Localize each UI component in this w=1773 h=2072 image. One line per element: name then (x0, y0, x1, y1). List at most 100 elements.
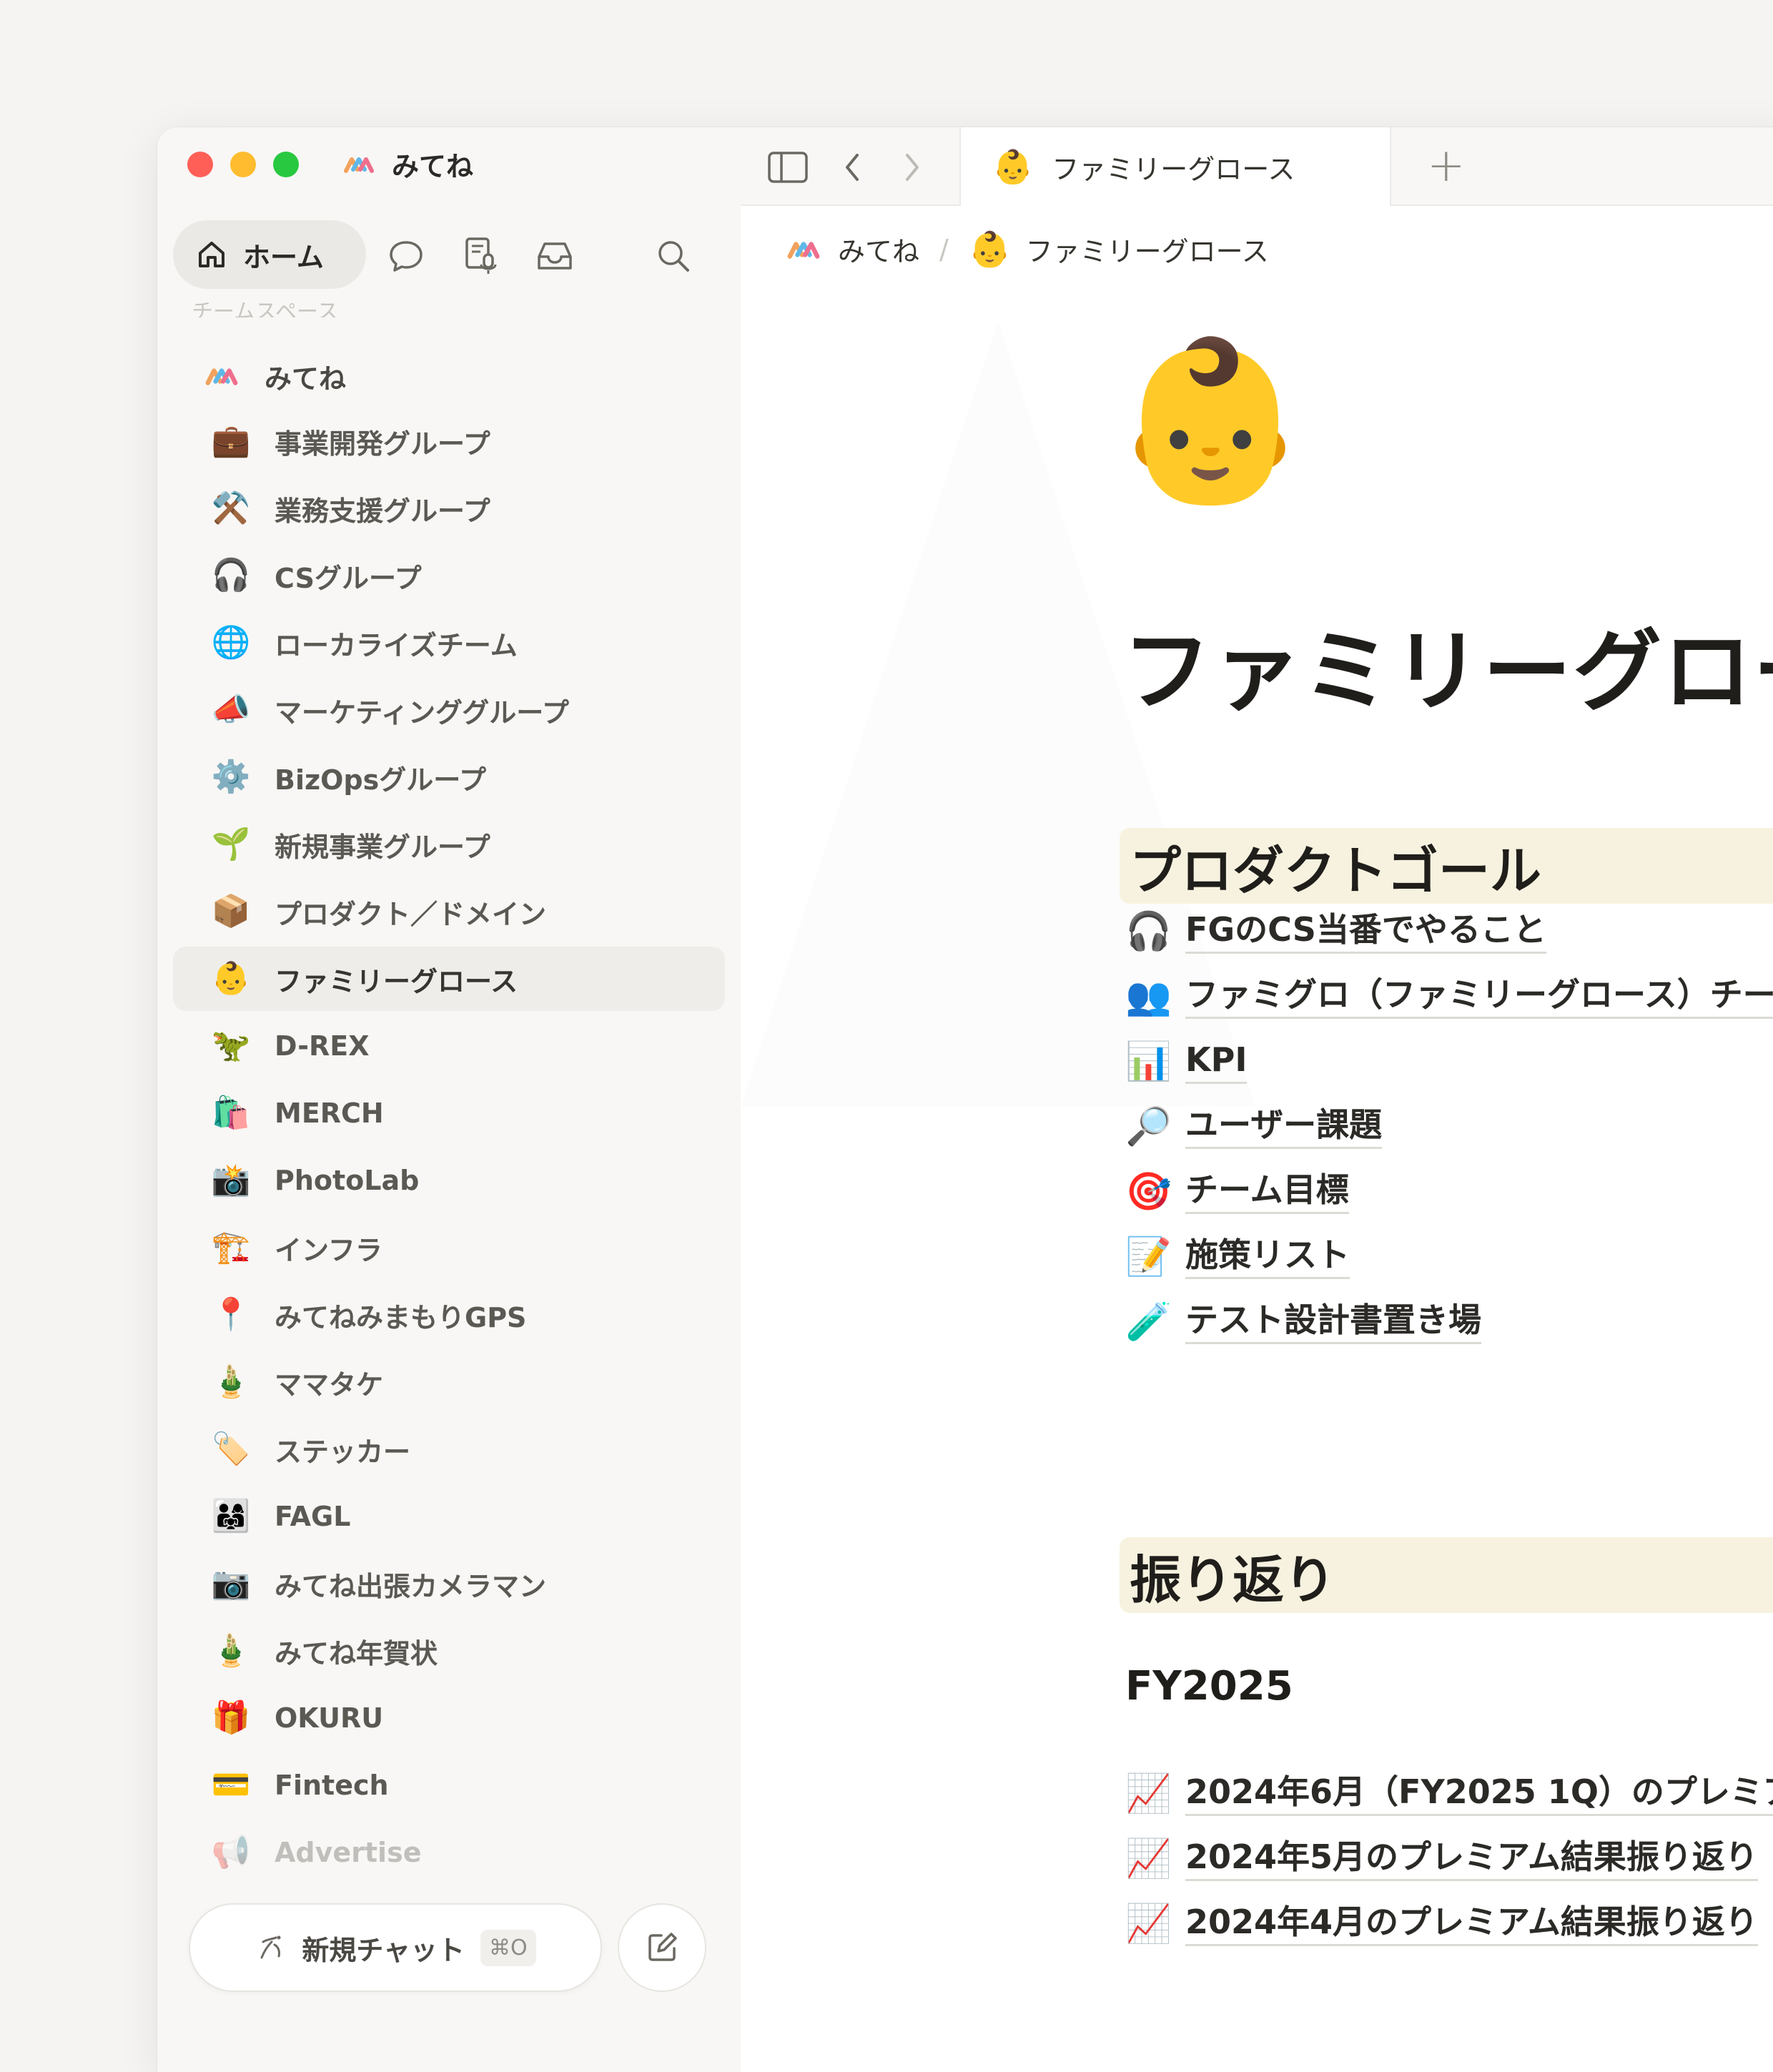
sidebar-item-operations-support[interactable]: ⚒️ 業務支援グループ (173, 476, 725, 541)
page-link-kpi[interactable]: 📊 KPI (1125, 1032, 1248, 1090)
page-link-label: ユーザー課題 (1185, 1104, 1383, 1149)
page-link-cs-duty[interactable]: 🎧 FGのCS当番でやること (1125, 902, 1546, 959)
close-window-button[interactable] (187, 152, 213, 177)
family-icon: 👨‍👩‍👧 (211, 1498, 251, 1534)
page-link-label: 施策リスト (1185, 1234, 1350, 1279)
minimize-window-button[interactable] (230, 152, 256, 177)
page-link-retro-2024-05[interactable]: 📈 2024年5月のプレミアム結果振り返り (1125, 1830, 1758, 1887)
page-icon[interactable]: 👶 (1112, 342, 1308, 499)
sidebar-item-photolab[interactable]: 📸 PhotoLab (173, 1148, 725, 1213)
sidebar-item-localize[interactable]: 🌐 ローカライズチーム (173, 611, 725, 675)
page-link-test-design[interactable]: 🧪 テスト設計書置き場 (1125, 1293, 1481, 1350)
app-window: みてね ホーム チームスペース みてね 💼 事業開発グループ ⚒️ 業務支援グル… (157, 127, 1773, 2072)
sidebar-item-fintech[interactable]: 💳 Fintech (173, 1753, 725, 1817)
page-link-initiatives[interactable]: 📝 施策リスト (1125, 1228, 1350, 1285)
t-rex-icon: 🦖 (211, 1027, 251, 1064)
chart-increasing-icon: 📈 (1125, 1772, 1172, 1815)
construction-crane-icon: 🏗️ (211, 1229, 251, 1266)
meeting-notes-icon (465, 237, 497, 274)
headphones-icon: 🎧 (1125, 909, 1172, 953)
seedling-icon: 🌱 (211, 826, 251, 862)
inbox-icon (538, 242, 572, 270)
sidebar-item-label: OKURU (275, 1702, 384, 1734)
workspace-name: みてね (392, 151, 474, 182)
bar-chart-icon: 📊 (1125, 1040, 1172, 1083)
home-button[interactable]: ホーム (173, 220, 366, 289)
mitene-logo (787, 241, 820, 259)
loudspeaker-icon: 📢 (211, 1834, 251, 1870)
sidebar-toggle-button[interactable] (766, 146, 809, 189)
sidebar-item-label: 新規事業グループ (275, 831, 490, 863)
breadcrumb-page[interactable]: 👶 ファミリーグロース (969, 229, 1269, 270)
sidebar-item-d-rex[interactable]: 🦖 D-REX (173, 1014, 725, 1078)
sidebar-item-label: 業務支援グループ (275, 495, 490, 527)
sidebar-item-gps[interactable]: 📍 みてねみまもりGPS (173, 1283, 725, 1347)
page-link-team-about[interactable]: 👥 ファミグロ（ファミリーグロース）チームとは (1125, 967, 1773, 1025)
sidebar-item-fagl[interactable]: 👨‍👩‍👧 FAGL (173, 1484, 725, 1549)
zoom-window-button[interactable] (273, 152, 299, 177)
headphones-icon: 🎧 (211, 557, 251, 593)
page-link-retro-2024-04[interactable]: 📈 2024年4月のプレミアム結果振り返り (1125, 1895, 1758, 1952)
label-tag-icon: 🏷️ (211, 1431, 251, 1467)
sidebar-item-infra[interactable]: 🏗️ インフラ (173, 1215, 725, 1280)
back-button[interactable] (831, 146, 874, 189)
sidebar-item-okuru[interactable]: 🎁 OKURU (173, 1686, 725, 1750)
forward-button[interactable] (891, 146, 934, 189)
sidebar: みてね ホーム チームスペース みてね 💼 事業開発グループ ⚒️ 業務支援グル… (157, 127, 742, 2072)
sidebar-item-bizops[interactable]: ⚙️ BizOpsグループ (173, 745, 725, 809)
globe-icon: 🌐 (211, 624, 251, 661)
breadcrumb-workspace[interactable]: みてね (786, 230, 919, 269)
page-title[interactable]: ファミリーグロース (1122, 599, 1773, 728)
pine-decoration-icon: 🎍 (211, 1363, 251, 1400)
sidebar-item-merch[interactable]: 🛍️ MERCH (173, 1081, 725, 1145)
sidebar-item-label: ローカライズチーム (275, 629, 518, 661)
new-chat-button[interactable]: 新規チャット ⌘O (189, 1903, 602, 1992)
ai-sparkle-icon (260, 1935, 281, 1959)
sidebar-item-marketing[interactable]: 📣 マーケティンググループ (173, 678, 725, 742)
page-link-retro-2024-06[interactable]: 📈 2024年6月（FY2025 1Q）のプレミアム結果振り (1125, 1765, 1773, 1822)
sidebar-item-label: Advertise (275, 1837, 422, 1868)
sidebar-item-label: Fintech (275, 1770, 389, 1801)
test-tube-icon: 🧪 (1125, 1300, 1172, 1343)
sidebar-item-label: インフラ (275, 1234, 382, 1266)
chat-button[interactable] (386, 236, 426, 276)
heading-retrospective[interactable]: 振り返り (1120, 1537, 1773, 1613)
sidebar-item-mamatake[interactable]: 🎍 ママタケ (173, 1350, 725, 1414)
page-link-label: チーム目標 (1185, 1169, 1349, 1214)
new-chat-label: 新規チャット (302, 1934, 465, 1966)
sidebar-item-cs[interactable]: 🎧 CSグループ (173, 543, 725, 608)
sidebar-item-new-year-card[interactable]: 🎍 みてね年賀状 (173, 1619, 725, 1683)
workspace-switcher[interactable]: みてね (343, 144, 473, 184)
page-link-user-issues[interactable]: 🔎 ユーザー課題 (1125, 1097, 1383, 1155)
compose-icon (648, 1933, 677, 1961)
sidebar-nav: ホーム (173, 220, 719, 289)
gift-icon: 🎁 (211, 1699, 251, 1736)
sidebar-item-family-growth[interactable]: 👶 ファミリーグロース (173, 947, 725, 1011)
package-icon: 📦 (211, 893, 251, 929)
tab-family-growth[interactable]: 👶 ファミリーグロース (959, 127, 1391, 206)
sidebar-item-label: ママタケ (275, 1368, 384, 1401)
home-label: ホーム (243, 241, 324, 273)
sidebar-item-label: みてね年賀状 (275, 1637, 438, 1669)
page-link-label: 2024年5月のプレミアム結果振り返り (1185, 1836, 1758, 1881)
sidebar-item-new-business[interactable]: 🌱 新規事業グループ (173, 812, 725, 877)
main-content: 👶 ファミリーグロース + みてね / 👶 ファミリーグロース 👶 ファミリーグ… (741, 127, 1773, 2072)
briefcase-icon: 💼 (211, 423, 251, 459)
page-link-team-goals[interactable]: 🎯 チーム目標 (1125, 1163, 1349, 1220)
meeting-notes-button[interactable] (460, 236, 500, 276)
sidebar-workspace-mitene[interactable]: みてね (173, 347, 725, 405)
subheading-fy2025[interactable]: FY2025 (1125, 1663, 1293, 1710)
sidebar-item-label: BizOpsグループ (275, 764, 486, 796)
sidebar-item-business-dev[interactable]: 💼 事業開発グループ (173, 409, 725, 473)
sidebar-item-sticker[interactable]: 🏷️ ステッカー (173, 1417, 725, 1481)
new-tab-button[interactable]: + (1427, 143, 1466, 189)
sidebar-item-advertise[interactable]: 📢 Advertise (173, 1820, 725, 1885)
forward-arrow-icon (906, 154, 919, 181)
sidebar-item-product-domain[interactable]: 📦 プロダクト／ドメイン (173, 879, 725, 944)
sidebar-item-label: ファミリーグロース (275, 965, 518, 997)
heading-product-goal[interactable]: プロダクトゴール (1120, 828, 1773, 904)
inbox-button[interactable] (535, 236, 575, 276)
sidebar-item-photographer[interactable]: 📷 みてね出張カメラマン (173, 1551, 725, 1616)
compose-button[interactable] (618, 1903, 706, 1992)
search-button[interactable] (653, 236, 693, 276)
